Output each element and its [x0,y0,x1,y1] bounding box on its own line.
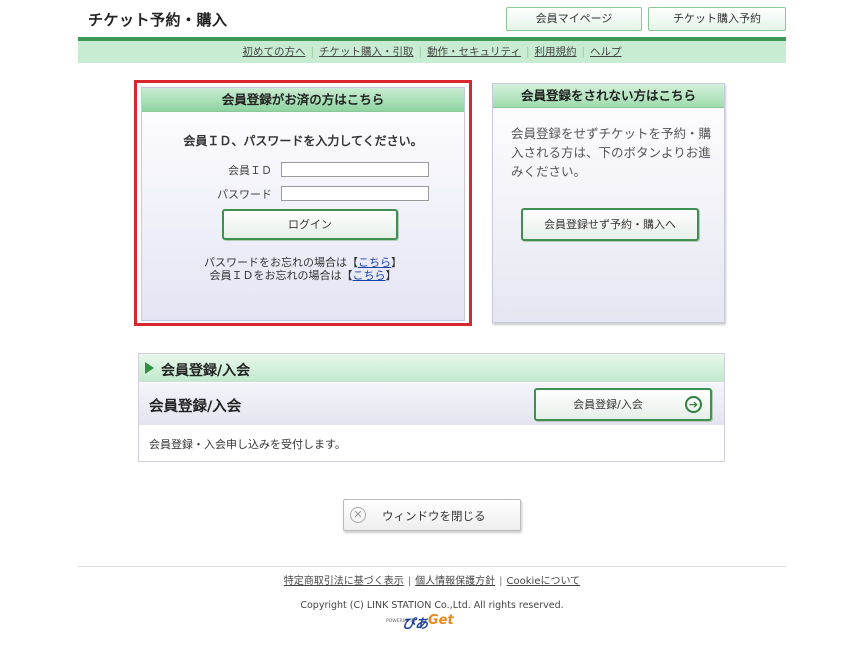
nav-separator: | [581,46,586,58]
registration-header: 会員登録/入会 [139,354,724,382]
guest-description: 会員登録をせずチケットを予約・購入される方は、下のボタンよりお進みください。 [511,126,712,179]
registration-subtitle: 会員登録/入会 [149,399,242,415]
nav-separator: | [418,46,423,58]
ticket-reservation-button[interactable]: チケット購入予約 [648,7,786,31]
registration-section: 会員登録/入会 会員登録/入会 会員登録/入会 ➔ 会員登録・入会申し込みを受付… [138,353,725,462]
nav-separator: | [525,46,530,58]
pia-logo: ぴあ [402,617,429,632]
close-circle-icon: ✕ [350,507,366,523]
guest-purchase-button[interactable]: 会員登録せず予約・購入へ [521,208,699,241]
copyright: Copyright (C) LINK STATION Co.,Ltd. All … [300,600,564,611]
footer-link-cookie[interactable]: Cookieについて [507,576,581,587]
forgot-id-link[interactable]: こちら [353,269,386,282]
powered-by-logo: POWERED BY ぴあ Get [386,613,486,632]
login-panel-highlight: 会員登録がお済の方はこちら 会員ＩＤ、パスワードを入力してください。 会員ＩＤ … [134,80,472,326]
triangle-right-icon [145,362,154,374]
login-panel-heading: 会員登録がお済の方はこちら [142,88,464,112]
arrow-right-circle-icon: ➔ [685,396,702,413]
nav-link-security[interactable]: 動作・セキュリティ [427,46,521,58]
guest-panel-heading: 会員登録をされない方はこちら [493,84,724,108]
footer-separator: | [407,576,412,587]
register-button[interactable]: 会員登録/入会 ➔ [534,388,712,421]
footer-separator: | [499,576,503,587]
close-window-button[interactable]: ✕ ウィンドウを閉じる [343,499,521,531]
nav-link-help[interactable]: ヘルプ [590,46,622,58]
member-id-label: 会員ＩＤ [228,164,272,177]
login-panel: 会員登録がお済の方はこちら 会員ＩＤ、パスワードを入力してください。 会員ＩＤ … [141,87,465,321]
nav-link-purchase[interactable]: チケット購入・引取 [319,46,414,58]
registration-subheader: 会員登録/入会 会員登録/入会 ➔ [139,383,724,425]
register-button-label: 会員登録/入会 [573,398,643,411]
member-mypage-button[interactable]: 会員マイページ [506,7,642,31]
password-label: パスワード [217,188,272,201]
login-instruction: 会員ＩＤ、パスワードを入力してください。 [183,134,423,148]
page-title: チケット予約・購入 [88,11,228,29]
footer-divider [78,566,786,567]
password-input[interactable] [281,186,429,201]
member-id-input[interactable] [281,162,429,177]
nav-link-first-time[interactable]: 初めての方へ [242,46,305,58]
header: チケット予約・購入 会員マイページ チケット購入予約 [78,0,786,40]
nav-separator: | [310,46,315,58]
registration-title: 会員登録/入会 [161,363,251,379]
forgot-id-text: 会員ＩＤをお忘れの場合は【こちら】 [142,267,464,283]
forgot-id-prefix: 会員ＩＤをお忘れの場合は【 [209,269,353,282]
forgot-suffix: 】 [385,269,397,282]
login-button[interactable]: ログイン [222,209,398,240]
nav-link-terms[interactable]: 利用規約 [534,46,576,58]
registration-description: 会員登録・入会申し込みを受付します。 [149,438,346,451]
guest-panel: 会員登録をされない方はこちら 会員登録をせずチケットを予約・購入される方は、下の… [492,83,725,323]
nav-bar: 初めての方へ | チケット購入・引取 | 動作・セキュリティ | 利用規約 | ヘルプ [78,41,786,63]
footer-link-commerce-law[interactable]: 特定商取引法に基づく表示 [284,576,404,587]
footer-link-privacy[interactable]: 個人情報保護方針 [415,576,495,587]
footer-links: 特定商取引法に基づく表示 | 個人情報保護方針 | Cookieについて [0,572,864,587]
close-window-label: ウィンドウを閉じる [382,509,486,523]
get-logo: Get [428,613,454,628]
